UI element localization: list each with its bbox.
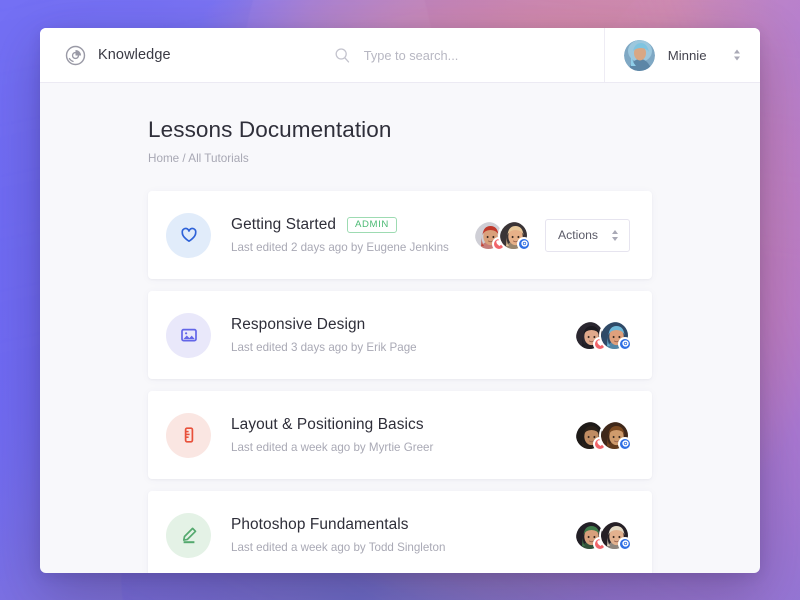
- lesson-title-row: Responsive Design: [231, 316, 574, 334]
- lesson-title-row: Getting Started ADMIN: [231, 216, 473, 234]
- collaborator-avatar-group: [574, 419, 632, 451]
- status-blue-icon: [618, 536, 632, 551]
- chevron-updown-icon: [612, 229, 618, 241]
- page-header: Lessons Documentation Home / All Tutoria…: [40, 117, 760, 165]
- avatar[interactable]: [498, 219, 532, 251]
- lesson-card-right: [574, 419, 632, 451]
- pencil-icon: [166, 512, 211, 558]
- brand-area[interactable]: Knowledge: [40, 28, 310, 82]
- heart-icon: [166, 212, 211, 258]
- lesson-card[interactable]: Layout & Positioning Basics Last edited a…: [148, 391, 652, 479]
- lesson-card[interactable]: Photoshop Fundamentals Last edited a week…: [148, 491, 652, 573]
- lesson-title[interactable]: Layout & Positioning Basics: [231, 416, 424, 434]
- user-name: Minnie: [667, 47, 707, 63]
- lesson-text-block: Getting Started ADMIN Last edited 2 days a…: [231, 216, 473, 254]
- lesson-subtitle: Last edited a week ago by Todd Singleton: [231, 541, 446, 554]
- status-blue-icon: [618, 336, 632, 351]
- lesson-card[interactable]: Getting Started ADMIN Last edited 2 days a…: [148, 191, 652, 279]
- image-icon: [166, 312, 211, 358]
- lesson-title-row: Layout & Positioning Basics: [231, 416, 574, 434]
- test-tube-icon: [166, 412, 211, 458]
- lesson-card[interactable]: Responsive Design Last edited 3 days ago …: [148, 291, 652, 379]
- user-avatar: [623, 39, 655, 71]
- lesson-card-right: [574, 519, 632, 551]
- collaborator-avatar-group: [574, 519, 632, 551]
- lesson-card-list: Getting Started ADMIN Last edited 2 days a…: [40, 191, 760, 573]
- knowledge-circle-logo-icon: [65, 45, 86, 66]
- status-blue-icon: [618, 436, 632, 451]
- lesson-subtitle: Last edited 3 days ago by Erik Page: [231, 341, 417, 354]
- lesson-card-right: Actions: [473, 218, 630, 252]
- lesson-title-row: Photoshop Fundamentals: [231, 516, 574, 534]
- lesson-title[interactable]: Getting Started: [231, 216, 336, 234]
- user-menu[interactable]: Minnie: [603, 28, 760, 82]
- avatar[interactable]: [599, 319, 632, 351]
- app-window: Knowledge Type to search... Minnie Lesso…: [40, 28, 760, 573]
- lesson-text-block: Layout & Positioning Basics Last edited a…: [231, 416, 574, 454]
- search-icon: [334, 47, 351, 64]
- actions-label: Actions: [558, 228, 598, 242]
- status-badge: ADMIN: [347, 216, 397, 234]
- lesson-text-block: Responsive Design Last edited 3 days ago …: [231, 316, 574, 354]
- avatar[interactable]: [599, 419, 632, 451]
- page-title: Lessons Documentation: [148, 117, 392, 142]
- lesson-text-block: Photoshop Fundamentals Last edited a week…: [231, 516, 574, 554]
- lesson-title[interactable]: Responsive Design: [231, 316, 365, 334]
- page-content: Lessons Documentation Home / All Tutoria…: [40, 83, 760, 573]
- collaborator-avatar-group: [473, 219, 532, 251]
- lesson-subtitle: Last edited a week ago by Myrtie Greer: [231, 441, 434, 454]
- avatar[interactable]: [599, 519, 632, 551]
- status-blue-icon: [517, 236, 532, 251]
- search-input[interactable]: [363, 47, 604, 63]
- chevron-updown-icon[interactable]: [734, 49, 740, 61]
- lesson-title[interactable]: Photoshop Fundamentals: [231, 516, 409, 534]
- collaborator-avatar-group: [574, 319, 632, 351]
- breadcrumb[interactable]: Home / All Tutorials: [148, 152, 760, 165]
- actions-dropdown[interactable]: Actions: [545, 218, 630, 252]
- brand-name: Knowledge: [98, 47, 171, 63]
- lesson-card-right: [574, 319, 632, 351]
- top-navigation-bar: Knowledge Type to search... Minnie: [40, 28, 760, 83]
- search-area[interactable]: [310, 28, 604, 82]
- lesson-subtitle: Last edited 2 days ago by Eugene Jenkins: [231, 241, 449, 254]
